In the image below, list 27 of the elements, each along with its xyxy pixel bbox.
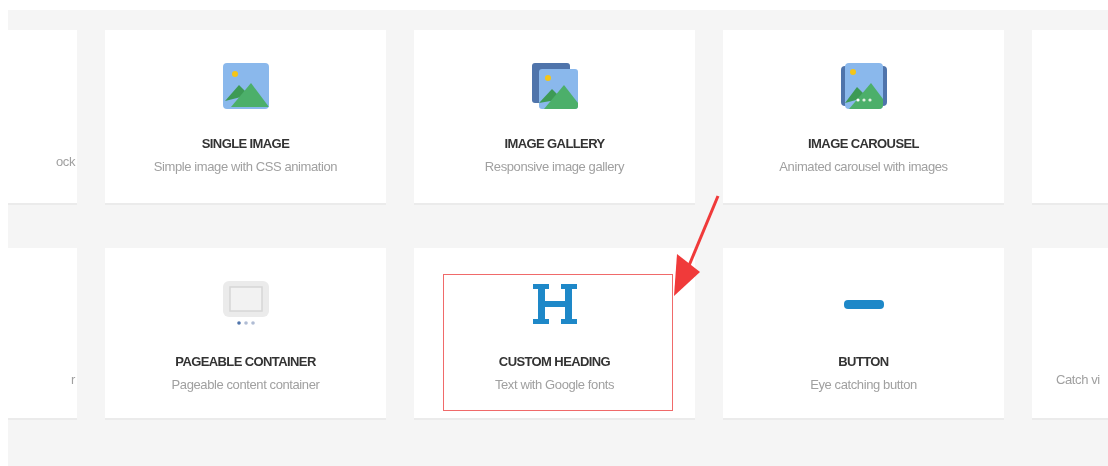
button-bar-icon (843, 299, 884, 309)
image-stack-icon (531, 63, 578, 109)
element-description: Catch vi (1056, 372, 1100, 387)
element-description: Text with Google fonts (494, 377, 615, 392)
element-card[interactable]: IMAGE GALLERY Responsive image gallery (414, 30, 695, 205)
element-card[interactable]: SINGLE IMAGE Simple image with CSS animation (105, 30, 386, 205)
element-description: Animated carousel with images (779, 159, 948, 174)
element-description: r (71, 372, 75, 387)
element-title: SINGLE IMAGE (201, 136, 290, 151)
carousel-icon (840, 63, 887, 109)
element-card[interactable]: CUSTOM HEADING Text with Google fonts (414, 248, 695, 420)
element-title: IMAGE GALLERY (504, 136, 605, 151)
element-title: CUSTOM HEADING (498, 354, 611, 369)
element-title: BUTTON (838, 354, 889, 369)
element-description: Pageable content container (171, 377, 320, 392)
element-card[interactable]: IMAGE CAROUSEL Animated carousel with images (723, 30, 1004, 205)
element-title: PAGEABLE CONTAINER (175, 354, 316, 369)
element-description: Responsive image gallery (484, 159, 625, 174)
element-description: Simple image with CSS animation (153, 159, 338, 174)
element-card[interactable]: PAGEABLE CONTAINER Pageable content container (105, 248, 386, 420)
element-description: ock (55, 154, 75, 169)
element-card[interactable]: BUTTON Eye catching button (723, 248, 1004, 420)
element-description: Eye catching button (810, 377, 917, 392)
heading-icon (532, 284, 577, 324)
pageable-container-icon (222, 281, 269, 327)
element-title: IMAGE CAROUSEL (808, 136, 919, 151)
image-icon (222, 63, 269, 109)
